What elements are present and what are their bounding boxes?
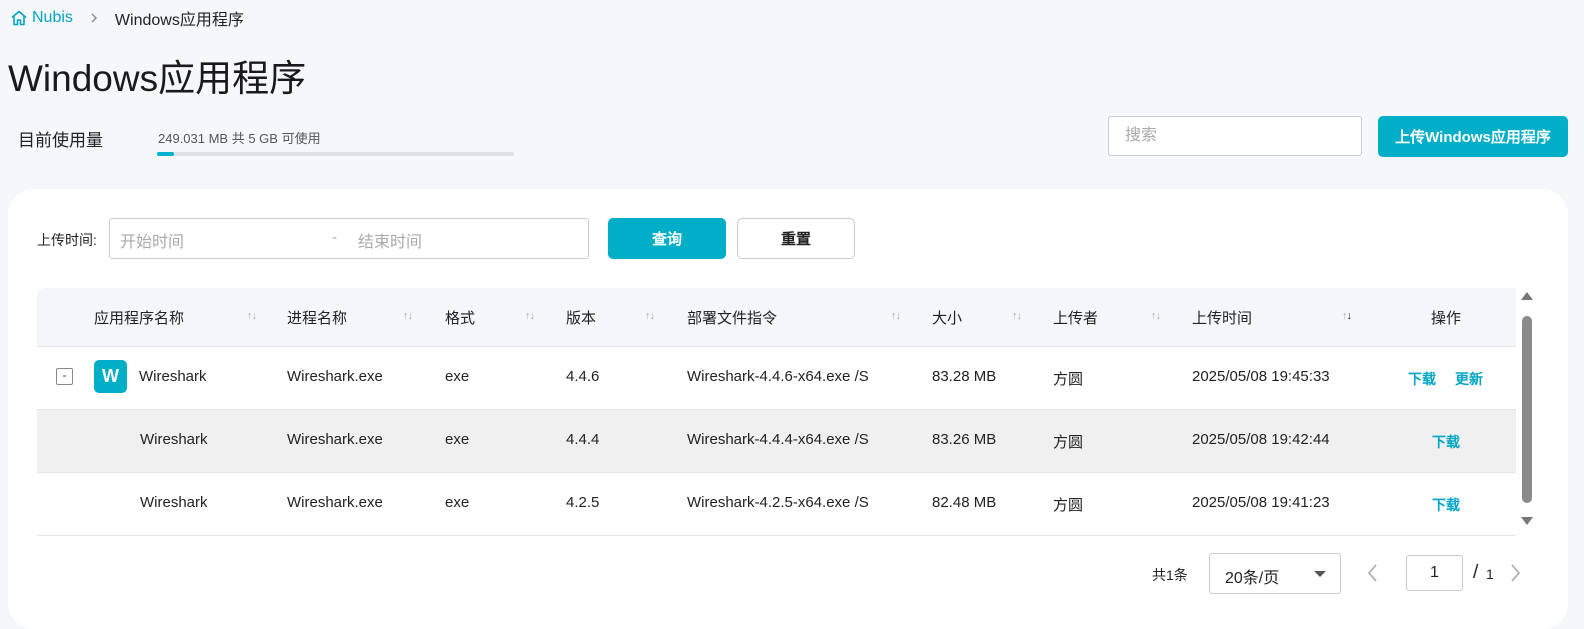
- download-link[interactable]: 下载: [1432, 495, 1460, 515]
- cell-size: 83.28 MB: [932, 368, 997, 385]
- cell-upload-time: 2025/05/08 19:41:23: [1192, 494, 1330, 511]
- col-size[interactable]: 大小: [932, 307, 962, 328]
- breadcrumb-home[interactable]: Nubis: [10, 9, 73, 27]
- page-size-value: 20条/页: [1225, 570, 1280, 587]
- col-actions: 操作: [1431, 310, 1462, 327]
- query-button[interactable]: 查询: [608, 218, 726, 259]
- table-row: - W Wireshark Wireshark.exe exe 4.4.6 Wi…: [37, 347, 1516, 410]
- usage-label: 目前使用量: [18, 131, 103, 150]
- col-upload-time[interactable]: 上传时间: [1192, 307, 1252, 328]
- total-count: 共1条: [1152, 567, 1188, 583]
- download-link[interactable]: 下载: [1408, 369, 1436, 389]
- table-row: Wireshark Wireshark.exe exe 4.2.5 Wiresh…: [37, 473, 1516, 536]
- page-title: Windows应用程序: [8, 58, 307, 99]
- chevron-right-icon[interactable]: [1508, 562, 1522, 589]
- cell-uploader: 方圆: [1053, 497, 1084, 514]
- sort-icon[interactable]: ↑↓: [1012, 310, 1022, 322]
- usage-progress-bar: [157, 152, 514, 156]
- table-row: Wireshark Wireshark.exe exe 4.4.4 Wiresh…: [37, 410, 1516, 473]
- date-separator: -: [332, 229, 337, 246]
- end-date-input[interactable]: 结束时间: [358, 228, 422, 252]
- col-uploader[interactable]: 上传者: [1053, 307, 1098, 328]
- app-icon: W: [94, 360, 127, 393]
- cell-version: 4.4.4: [566, 431, 600, 448]
- cell-command: Wireshark-4.4.6-x64.exe /S: [687, 368, 869, 385]
- page-size-select[interactable]: 20条/页: [1209, 553, 1341, 594]
- sort-icon[interactable]: ↑↓: [1151, 310, 1161, 322]
- table-scrollbar[interactable]: [1519, 292, 1535, 527]
- page-total: 1: [1486, 566, 1494, 582]
- col-app-name[interactable]: 应用程序名称: [94, 307, 184, 328]
- search-input[interactable]: [1108, 116, 1362, 156]
- page-number-input[interactable]: [1406, 555, 1463, 591]
- cell-upload-time: 2025/05/08 19:42:44: [1192, 431, 1330, 448]
- upload-app-button[interactable]: 上传Windows应用程序: [1378, 116, 1568, 157]
- cell-size: 82.48 MB: [932, 494, 997, 511]
- cell-process: Wireshark.exe: [287, 431, 383, 448]
- chevron-down-icon: [1314, 571, 1326, 577]
- home-icon: [11, 10, 27, 26]
- col-version[interactable]: 版本: [566, 307, 596, 328]
- cell-app-name: Wireshark: [140, 431, 208, 448]
- cell-command: Wireshark-4.4.4-x64.exe /S: [687, 431, 869, 448]
- scroll-up-icon[interactable]: [1521, 292, 1533, 300]
- cell-format: exe: [445, 368, 470, 385]
- cell-process: Wireshark.exe: [287, 494, 383, 511]
- sort-icon[interactable]: ↑↓: [891, 310, 901, 322]
- chevron-right-icon: [89, 12, 99, 24]
- sort-icon[interactable]: ↑↓: [525, 310, 535, 322]
- col-deploy-command[interactable]: 部署文件指令: [687, 307, 777, 328]
- update-link[interactable]: 更新: [1455, 369, 1483, 389]
- usage-text: 249.031 MB 共 5 GB 可使用: [158, 131, 321, 146]
- sort-icon[interactable]: ↑↓: [247, 310, 257, 322]
- col-format[interactable]: 格式: [445, 307, 475, 328]
- chevron-left-icon[interactable]: [1366, 562, 1380, 589]
- sort-icon[interactable]: ↑↓: [645, 310, 655, 322]
- cell-format: exe: [445, 431, 470, 448]
- sort-icon[interactable]: ↑↓: [403, 310, 413, 322]
- start-date-input[interactable]: 开始时间: [120, 228, 184, 252]
- scroll-down-icon[interactable]: [1521, 517, 1533, 525]
- apps-table: 应用程序名称 ↑↓ 进程名称 ↑↓ 格式 ↑↓ 版本 ↑↓ 部署文件指令 ↑↓ …: [37, 288, 1516, 536]
- cell-version: 4.2.5: [566, 494, 600, 511]
- cell-command: Wireshark-4.2.5-x64.exe /S: [687, 494, 869, 511]
- table-header: 应用程序名称 ↑↓ 进程名称 ↑↓ 格式 ↑↓ 版本 ↑↓ 部署文件指令 ↑↓ …: [37, 288, 1516, 347]
- sort-icon[interactable]: ↑↓: [1342, 310, 1352, 322]
- cell-version: 4.4.6: [566, 368, 600, 385]
- cell-format: exe: [445, 494, 470, 511]
- cell-process: Wireshark.exe: [287, 368, 383, 385]
- usage-progress-fill: [157, 152, 175, 156]
- cell-size: 83.26 MB: [932, 431, 997, 448]
- download-link[interactable]: 下载: [1432, 432, 1460, 452]
- breadcrumb-home-label[interactable]: Nubis: [32, 9, 73, 27]
- date-range-picker[interactable]: 开始时间 - 结束时间: [109, 218, 589, 259]
- cell-uploader: 方圆: [1053, 371, 1084, 388]
- cell-upload-time: 2025/05/08 19:45:33: [1192, 368, 1330, 385]
- cell-uploader: 方圆: [1053, 434, 1084, 451]
- scroll-thumb[interactable]: [1522, 316, 1532, 503]
- page-slash: /: [1473, 562, 1479, 583]
- breadcrumb-current: Windows应用程序: [114, 12, 244, 29]
- reset-button[interactable]: 重置: [737, 218, 855, 259]
- col-process-name[interactable]: 进程名称: [287, 307, 347, 328]
- collapse-toggle[interactable]: -: [56, 368, 73, 385]
- cell-app-name: Wireshark: [140, 494, 208, 511]
- upload-time-label: 上传时间:: [37, 232, 97, 248]
- breadcrumb: Nubis Windows应用程序: [10, 8, 244, 29]
- cell-app-name: Wireshark: [139, 368, 207, 385]
